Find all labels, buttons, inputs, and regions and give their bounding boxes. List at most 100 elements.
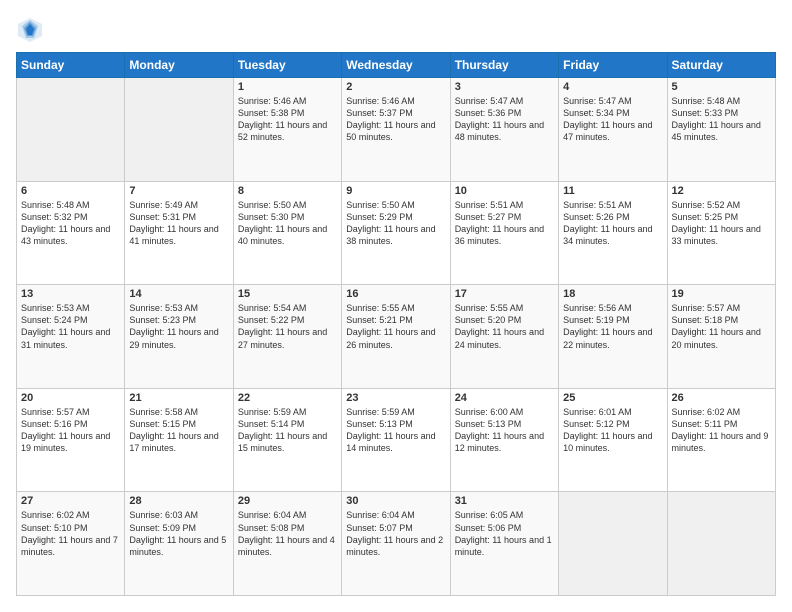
cell-text: Sunrise: 6:04 AMSunset: 5:08 PMDaylight:…	[238, 509, 337, 558]
calendar-cell: 16 Sunrise: 5:55 AMSunset: 5:21 PMDayligh…	[342, 285, 450, 389]
day-number: 16	[346, 288, 445, 300]
day-number: 22	[238, 392, 337, 404]
day-number: 19	[672, 288, 771, 300]
day-number: 28	[129, 495, 228, 507]
header-row: SundayMondayTuesdayWednesdayThursdayFrid…	[17, 53, 776, 78]
day-number: 29	[238, 495, 337, 507]
calendar-cell: 19Sunrise: 5:57 AMSunset: 5:18 PMDayligh…	[667, 285, 775, 389]
day-number: 14	[129, 288, 228, 300]
page: SundayMondayTuesdayWednesdayThursdayFrid…	[0, 0, 792, 612]
cell-text: Sunrise: 5:51 AMSunset: 5:26 PMDaylight:…	[563, 199, 662, 248]
day-number: 6	[21, 185, 120, 197]
cell-text: Sunrise: 5:47 AMSunset: 5:34 PMDaylight:…	[563, 95, 662, 144]
day-number: 9	[346, 185, 445, 197]
day-number: 5	[672, 81, 771, 93]
cell-text: Sunrise: 6:00 AMSunset: 5:13 PMDaylight:…	[455, 406, 554, 455]
day-header-tuesday: Tuesday	[233, 53, 341, 78]
week-row-2: 13 Sunrise: 5:53 AMSunset: 5:24 PMDayligh…	[17, 285, 776, 389]
day-number: 11	[563, 185, 662, 197]
day-number: 24	[455, 392, 554, 404]
week-row-0: 1Sunrise: 5:46 AMSunset: 5:38 PMDaylight…	[17, 78, 776, 182]
day-number: 31	[455, 495, 554, 507]
cell-text: Sunrise: 5:57 AMSunset: 5:16 PMDaylight:…	[21, 406, 120, 455]
cell-text: Sunrise: 5:48 AMSunset: 5:32 PMDaylight:…	[21, 199, 120, 248]
day-number: 17	[455, 288, 554, 300]
calendar-cell: 18Sunrise: 5:56 AMSunset: 5:19 PMDayligh…	[559, 285, 667, 389]
cell-text: Sunrise: 5:58 AMSunset: 5:15 PMDaylight:…	[129, 406, 228, 455]
cell-text: Sunrise: 5:55 AMSunset: 5:21 PMDaylight:…	[346, 302, 445, 351]
week-row-3: 20 Sunrise: 5:57 AMSunset: 5:16 PMDayligh…	[17, 388, 776, 492]
cell-text: Sunrise: 5:48 AMSunset: 5:33 PMDaylight:…	[672, 95, 771, 144]
cell-text: Sunrise: 6:05 AMSunset: 5:06 PMDaylight:…	[455, 509, 554, 558]
day-number: 15	[238, 288, 337, 300]
calendar-cell: 21 Sunrise: 5:58 AMSunset: 5:15 PMDayligh…	[125, 388, 233, 492]
day-number: 25	[563, 392, 662, 404]
calendar-cell: 7 Sunrise: 5:49 AMSunset: 5:31 PMDaylight…	[125, 181, 233, 285]
calendar-cell: 2 Sunrise: 5:46 AMSunset: 5:37 PMDaylight…	[342, 78, 450, 182]
calendar-cell: 17 Sunrise: 5:55 AMSunset: 5:20 PMDayligh…	[450, 285, 558, 389]
cell-text: Sunrise: 5:51 AMSunset: 5:27 PMDaylight:…	[455, 199, 554, 248]
day-header-wednesday: Wednesday	[342, 53, 450, 78]
calendar-cell: 5 Sunrise: 5:48 AMSunset: 5:33 PMDaylight…	[667, 78, 775, 182]
day-number: 2	[346, 81, 445, 93]
day-header-friday: Friday	[559, 53, 667, 78]
day-number: 20	[21, 392, 120, 404]
calendar-cell: 30 Sunrise: 6:04 AMSunset: 5:07 PMDayligh…	[342, 492, 450, 596]
calendar-cell: 27 Sunrise: 6:02 AMSunset: 5:10 PMDayligh…	[17, 492, 125, 596]
logo	[16, 16, 48, 44]
cell-text: Sunrise: 6:02 AMSunset: 5:11 PMDaylight:…	[672, 406, 771, 455]
calendar-cell: 25 Sunrise: 6:01 AMSunset: 5:12 PMDayligh…	[559, 388, 667, 492]
day-number: 27	[21, 495, 120, 507]
logo-icon	[16, 16, 44, 44]
day-number: 10	[455, 185, 554, 197]
day-number: 23	[346, 392, 445, 404]
calendar-cell	[17, 78, 125, 182]
calendar-cell: 10 Sunrise: 5:51 AMSunset: 5:27 PMDayligh…	[450, 181, 558, 285]
day-number: 3	[455, 81, 554, 93]
calendar-cell: 29 Sunrise: 6:04 AMSunset: 5:08 PMDayligh…	[233, 492, 341, 596]
cell-text: Sunrise: 5:49 AMSunset: 5:31 PMDaylight:…	[129, 199, 228, 248]
day-number: 4	[563, 81, 662, 93]
calendar-cell: 4 Sunrise: 5:47 AMSunset: 5:34 PMDaylight…	[559, 78, 667, 182]
cell-text: Sunrise: 5:59 AMSunset: 5:14 PMDaylight:…	[238, 406, 337, 455]
day-number: 18	[563, 288, 662, 300]
cell-text: Sunrise: 6:01 AMSunset: 5:12 PMDaylight:…	[563, 406, 662, 455]
cell-text: Sunrise: 5:54 AMSunset: 5:22 PMDaylight:…	[238, 302, 337, 351]
header	[16, 16, 776, 44]
calendar-cell: 28 Sunrise: 6:03 AMSunset: 5:09 PMDayligh…	[125, 492, 233, 596]
day-number: 7	[129, 185, 228, 197]
day-number: 21	[129, 392, 228, 404]
cell-text: Sunrise: 5:53 AMSunset: 5:23 PMDaylight:…	[129, 302, 228, 351]
calendar-cell: 22 Sunrise: 5:59 AMSunset: 5:14 PMDayligh…	[233, 388, 341, 492]
calendar-cell: 13 Sunrise: 5:53 AMSunset: 5:24 PMDayligh…	[17, 285, 125, 389]
day-number: 13	[21, 288, 120, 300]
cell-text: Sunrise: 5:46 AMSunset: 5:37 PMDaylight:…	[346, 95, 445, 144]
cell-text: Sunrise: 5:50 AMSunset: 5:29 PMDaylight:…	[346, 199, 445, 248]
calendar-cell: 6 Sunrise: 5:48 AMSunset: 5:32 PMDaylight…	[17, 181, 125, 285]
day-number: 30	[346, 495, 445, 507]
day-header-sunday: Sunday	[17, 53, 125, 78]
calendar-cell	[125, 78, 233, 182]
day-header-thursday: Thursday	[450, 53, 558, 78]
day-header-saturday: Saturday	[667, 53, 775, 78]
calendar-cell: 12Sunrise: 5:52 AMSunset: 5:25 PMDayligh…	[667, 181, 775, 285]
calendar-cell: 23Sunrise: 5:59 AMSunset: 5:13 PMDayligh…	[342, 388, 450, 492]
calendar-cell: 15 Sunrise: 5:54 AMSunset: 5:22 PMDayligh…	[233, 285, 341, 389]
cell-text: Sunrise: 5:53 AMSunset: 5:24 PMDaylight:…	[21, 302, 120, 351]
cell-text: Sunrise: 6:03 AMSunset: 5:09 PMDaylight:…	[129, 509, 228, 558]
calendar-cell	[559, 492, 667, 596]
week-row-1: 6 Sunrise: 5:48 AMSunset: 5:32 PMDaylight…	[17, 181, 776, 285]
cell-text: Sunrise: 6:02 AMSunset: 5:10 PMDaylight:…	[21, 509, 120, 558]
day-number: 12	[672, 185, 771, 197]
calendar-cell: 24 Sunrise: 6:00 AMSunset: 5:13 PMDayligh…	[450, 388, 558, 492]
cell-text: Sunrise: 5:55 AMSunset: 5:20 PMDaylight:…	[455, 302, 554, 351]
cell-text: Sunrise: 6:04 AMSunset: 5:07 PMDaylight:…	[346, 509, 445, 558]
week-row-4: 27 Sunrise: 6:02 AMSunset: 5:10 PMDayligh…	[17, 492, 776, 596]
calendar-cell: 1Sunrise: 5:46 AMSunset: 5:38 PMDaylight…	[233, 78, 341, 182]
day-number: 26	[672, 392, 771, 404]
cell-text: Sunrise: 5:46 AMSunset: 5:38 PMDaylight:…	[238, 95, 337, 144]
calendar-cell: 20 Sunrise: 5:57 AMSunset: 5:16 PMDayligh…	[17, 388, 125, 492]
day-header-monday: Monday	[125, 53, 233, 78]
calendar-cell: 3Sunrise: 5:47 AMSunset: 5:36 PMDaylight…	[450, 78, 558, 182]
day-number: 8	[238, 185, 337, 197]
